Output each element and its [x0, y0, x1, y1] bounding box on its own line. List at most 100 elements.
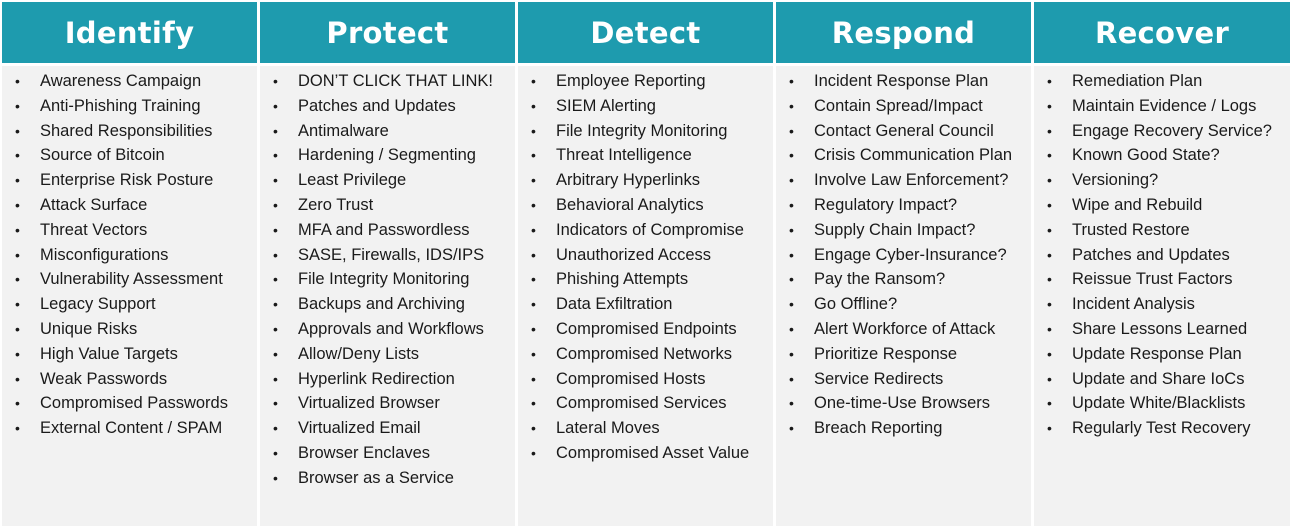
list-item-label: Remediation Plan: [1072, 72, 1203, 90]
list-item-label: Enterprise Risk Posture: [40, 171, 214, 190]
column-body: • Awareness Campaign • Anti-Phishing Traini…: [2, 66, 257, 526]
list-item-label: Attack Surface: [40, 195, 148, 214]
list-item: • Incident Response Plan: [776, 69, 1031, 94]
bullet-icon: •: [15, 97, 20, 114]
list-item-label: Legacy Support: [40, 295, 156, 314]
bullet-icon: •: [1047, 345, 1052, 362]
list-item-label: Backups and Archiving: [298, 295, 465, 314]
list-item: • Regularly Test Recovery: [1034, 416, 1290, 441]
list-item-label: Compromised Passwords: [40, 394, 228, 413]
list-item-label: Compromised Hosts: [556, 369, 706, 388]
bullet-icon: •: [273, 469, 278, 486]
list-item-label: Lateral Moves: [556, 419, 660, 438]
list-item-label: Trusted Restore: [1072, 220, 1190, 239]
bullet-icon: •: [273, 345, 278, 362]
list-item-label: Regularly Test Recovery: [1072, 419, 1251, 438]
column-identify: Identify • Awareness Campaign • Anti-Phishin…: [2, 2, 257, 526]
list-item: • Vulnerability Assessment: [2, 267, 257, 292]
bullet-icon: •: [15, 370, 20, 387]
list-item: • Wipe and Rebuild: [1034, 193, 1290, 218]
list-item: • Supply Chain Impact?: [776, 218, 1031, 243]
list-item-label: High Value Targets: [40, 344, 178, 363]
list-item: • Source of Bitcoin: [2, 143, 257, 168]
bullet-list: • Incident Response Plan • Contain Spread/I…: [776, 69, 1031, 441]
bullet-icon: •: [531, 444, 536, 461]
list-item-label: MFA and Passwordless: [298, 220, 470, 239]
list-item: • Contain Spread/Impact: [776, 94, 1031, 119]
bullet-icon: •: [273, 73, 278, 89]
list-item-label: Browser as a Service: [298, 468, 454, 487]
list-item: • File Integrity Monitoring: [260, 267, 515, 292]
list-item-label: Patches and Updates: [1072, 245, 1230, 264]
bullet-icon: •: [531, 395, 536, 412]
list-item: • Zero Trust: [260, 193, 515, 218]
list-item: • Regulatory Impact?: [776, 193, 1031, 218]
list-item: • Approvals and Workflows: [260, 317, 515, 342]
bullet-icon: •: [531, 97, 536, 114]
list-item: • One-time-Use Browsers: [776, 391, 1031, 416]
column-header: Detect: [518, 2, 773, 63]
list-item: • Incident Analysis: [1034, 292, 1290, 317]
list-item-label: Least Privilege: [298, 171, 407, 190]
bullet-icon: •: [1047, 370, 1052, 387]
bullet-icon: •: [789, 172, 794, 189]
list-item-label: Arbitrary Hyperlinks: [556, 171, 700, 190]
list-item: • SIEM Alerting: [518, 94, 773, 119]
list-item-label: SIEM Alerting: [556, 96, 656, 115]
list-item: • Phishing Attempts: [518, 267, 773, 292]
bullet-list: • Awareness Campaign • Anti-Phishing Traini…: [2, 69, 257, 441]
bullet-icon: •: [789, 122, 794, 139]
list-item-label: Wipe and Rebuild: [1072, 195, 1203, 214]
list-item: • Shared Responsibilities: [2, 119, 257, 144]
bullet-icon: •: [273, 296, 278, 313]
bullet-list: • DON’T CLICK THAT LINK! • Patches and Upda…: [260, 69, 515, 491]
list-item: • Indicators of Compromise: [518, 218, 773, 243]
list-item-label: Engage Cyber-Insurance?: [814, 245, 1007, 264]
bullet-icon: •: [531, 147, 536, 164]
bullet-icon: •: [1047, 196, 1052, 213]
list-item-label: Compromised Endpoints: [556, 319, 737, 338]
bullet-icon: •: [15, 196, 20, 213]
column-body: • Incident Response Plan • Contain Spread/I…: [776, 66, 1031, 526]
list-item-label: Maintain Evidence / Logs: [1072, 96, 1257, 115]
list-item: • Anti-Phishing Training: [2, 94, 257, 119]
bullet-icon: •: [789, 320, 794, 337]
bullet-icon: •: [1047, 122, 1052, 139]
list-item-label: DON’T CLICK THAT LINK!: [298, 72, 493, 90]
list-item: • Engage Recovery Service?: [1034, 119, 1290, 144]
list-item: • Versioning?: [1034, 168, 1290, 193]
bullet-icon: •: [273, 320, 278, 337]
column-header: Respond: [776, 2, 1031, 63]
bullet-icon: •: [273, 395, 278, 412]
bullet-icon: •: [789, 147, 794, 164]
list-item-label: Versioning?: [1072, 171, 1159, 190]
list-item-label: Approvals and Workflows: [298, 319, 484, 338]
column-detect: Detect • Employee Reporting • SIEM Alerting •…: [518, 2, 773, 526]
list-item: • Pay the Ransom?: [776, 267, 1031, 292]
list-item: • Compromised Passwords: [2, 391, 257, 416]
column-header: Recover: [1034, 2, 1290, 63]
list-item: • Attack Surface: [2, 193, 257, 218]
list-item-label: Phishing Attempts: [556, 270, 689, 289]
bullet-icon: •: [15, 221, 20, 238]
bullet-icon: •: [15, 246, 20, 263]
list-item: • Behavioral Analytics: [518, 193, 773, 218]
bullet-icon: •: [789, 420, 794, 437]
list-item: • Virtualized Browser: [260, 391, 515, 416]
list-item: • Unique Risks: [2, 317, 257, 342]
list-item: • Antimalware: [260, 119, 515, 144]
list-item-label: Reissue Trust Factors: [1072, 270, 1233, 289]
list-item-label: Contact General Council: [814, 121, 994, 140]
list-item: • Prioritize Response: [776, 342, 1031, 367]
list-item: • Allow/Deny Lists: [260, 342, 515, 367]
bullet-icon: •: [1047, 296, 1052, 313]
bullet-icon: •: [1047, 221, 1052, 238]
list-item: • Awareness Campaign: [2, 69, 257, 94]
list-item-label: External Content / SPAM: [40, 419, 223, 438]
list-item-label: Compromised Networks: [556, 344, 733, 363]
bullet-icon: •: [15, 147, 20, 164]
column-header: Identify: [2, 2, 257, 63]
bullet-icon: •: [273, 122, 278, 139]
list-item-label: Contain Spread/Impact: [814, 96, 983, 115]
list-item-label: Virtualized Browser: [298, 394, 440, 413]
